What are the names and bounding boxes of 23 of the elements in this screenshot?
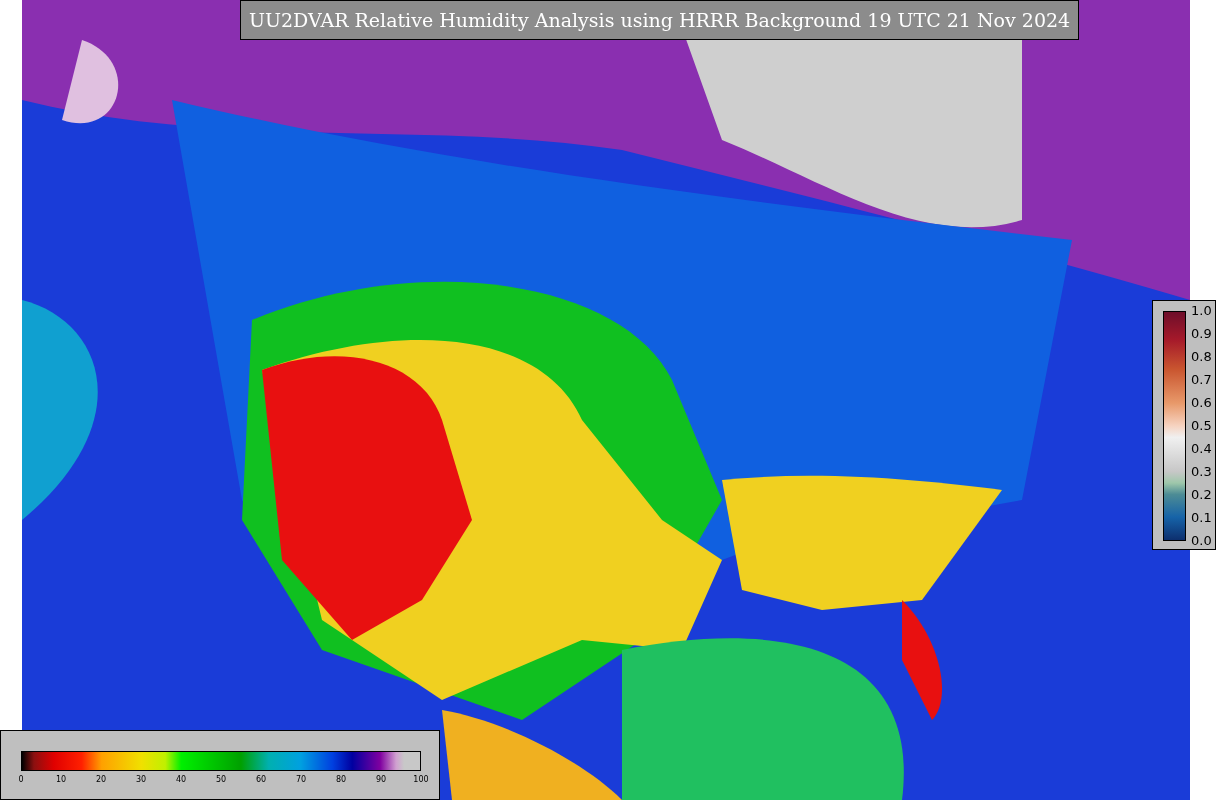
tick-label: 50 <box>215 776 227 784</box>
tick-label: 1.0 <box>1191 304 1212 317</box>
tick-label: 70 <box>295 776 307 784</box>
tick-label: 90 <box>375 776 387 784</box>
tick-label: 0 <box>18 776 24 784</box>
tick-label: 20 <box>95 776 107 784</box>
tick-label: 0.2 <box>1191 488 1212 501</box>
tick-label: 0.7 <box>1191 373 1212 386</box>
map-title: UU2DVAR Relative Humidity Analysis using HRRR Background 19 UTC 21 Nov 2024 <box>240 0 1080 40</box>
tick-label: 0.4 <box>1191 442 1212 455</box>
tick-label: 30 <box>135 776 147 784</box>
tick-label: 0.0 <box>1191 534 1212 547</box>
tick-label: 0.5 <box>1191 419 1212 432</box>
tick-label: 0.9 <box>1191 327 1212 340</box>
tick-label: 60 <box>255 776 267 784</box>
tick-label: 0.8 <box>1191 350 1212 363</box>
tick-label: 0.3 <box>1191 465 1212 478</box>
tick-label: 0.6 <box>1191 396 1212 409</box>
tick-label: 40 <box>175 776 187 784</box>
tick-label: 0.1 <box>1191 511 1212 524</box>
tick-label: 10 <box>55 776 67 784</box>
tick-label: 100 <box>413 776 429 784</box>
tick-label: 80 <box>335 776 347 784</box>
